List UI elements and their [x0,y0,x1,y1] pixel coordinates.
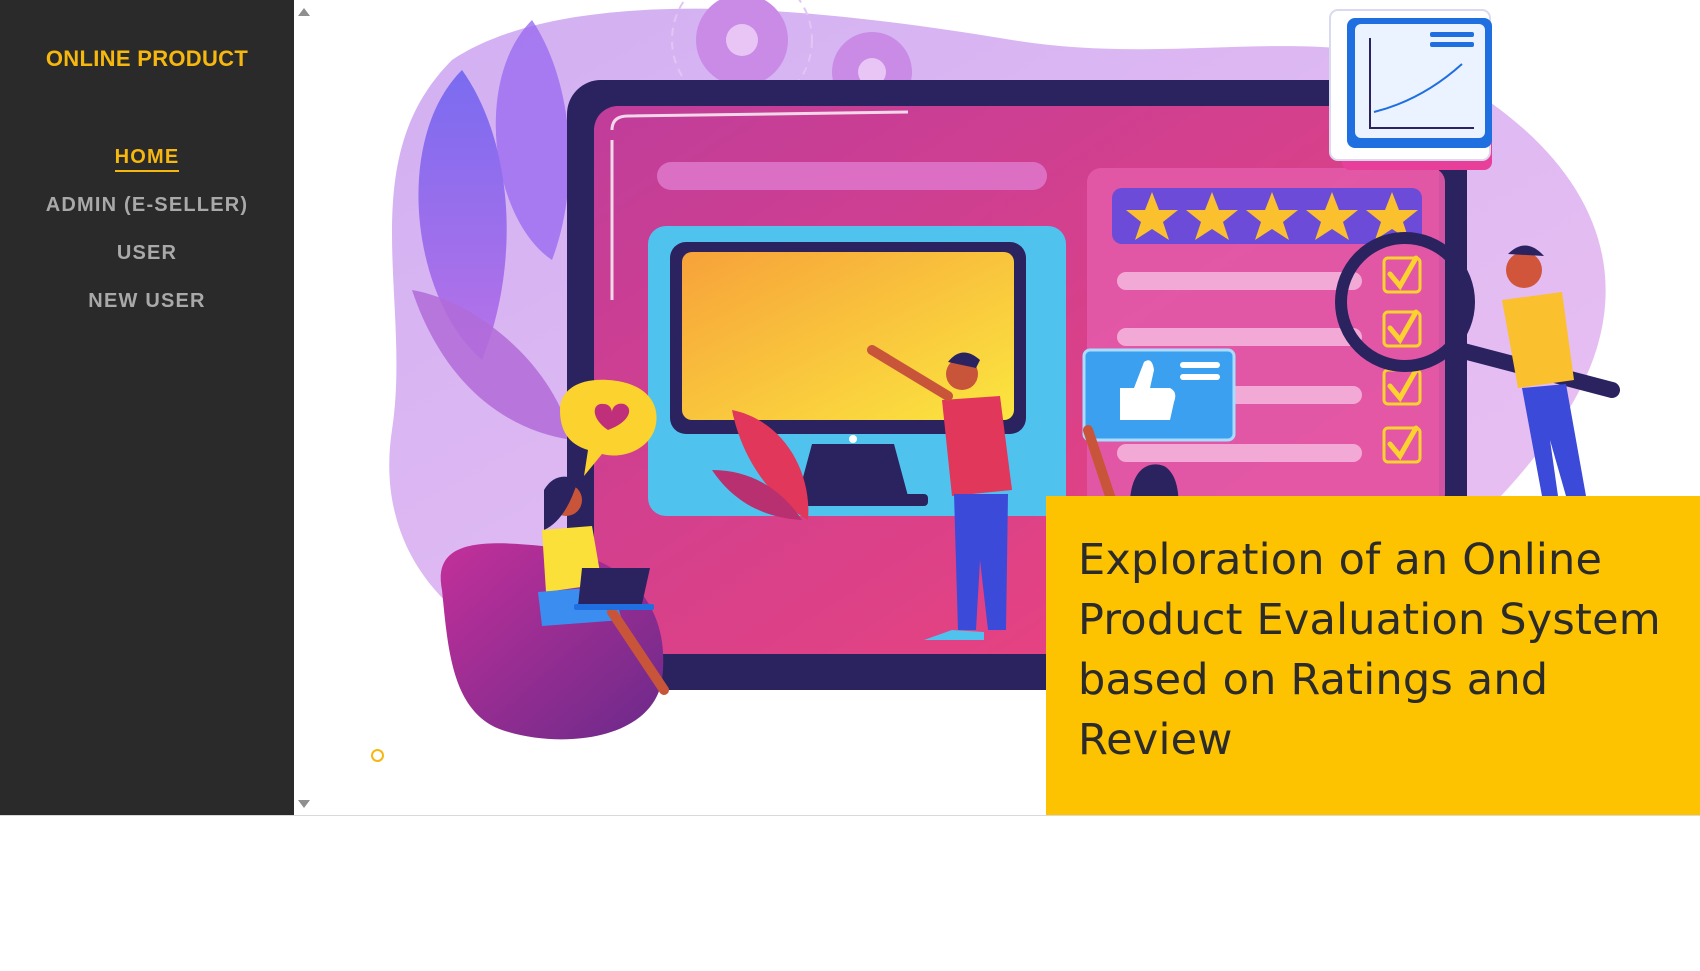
sidebar: ONLINE PRODUCT HOME ADMIN (E-SELLER) USE… [0,0,294,816]
nav-link-user[interactable]: USER [117,236,177,265]
scroll-up-icon[interactable] [298,8,310,16]
sidebar-scrollbar[interactable] [294,0,312,816]
nav-item-home: HOME [0,140,294,188]
nav-item-user: USER [0,236,294,284]
brand-title[interactable]: ONLINE PRODUCT [0,46,294,72]
nav-item-admin: ADMIN (E-SELLER) [0,188,294,236]
slide-indicator-dot[interactable] [371,749,384,762]
nav-link-admin[interactable]: ADMIN (E-SELLER) [46,188,249,217]
nav-link-new-user[interactable]: NEW USER [88,284,205,313]
nav-item-new-user: NEW USER [0,284,294,332]
app-window: ONLINE PRODUCT HOME ADMIN (E-SELLER) USE… [0,0,1700,816]
page-divider [0,815,1700,816]
hero-caption-box: Exploration of an Online Product Evaluat… [1046,496,1700,816]
main-nav: HOME ADMIN (E-SELLER) USER NEW USER [0,140,294,332]
scroll-down-icon[interactable] [298,800,310,808]
hero-caption-title: Exploration of an Online Product Evaluat… [1078,535,1661,765]
nav-link-home[interactable]: HOME [114,140,180,172]
